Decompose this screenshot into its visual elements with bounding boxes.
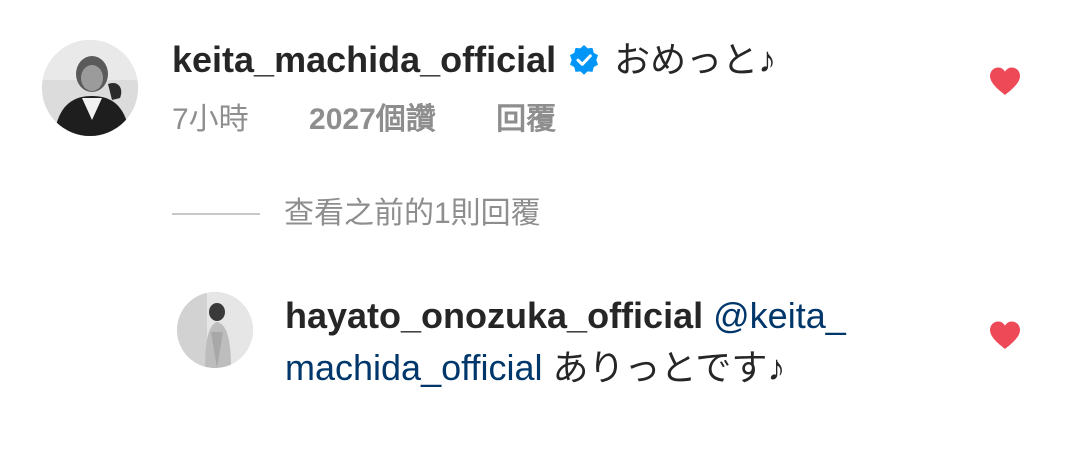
profile-photo-icon [177,292,253,368]
profile-photo-icon [42,40,138,136]
comment-meta: 7小時 2027個讚 回覆 [172,100,556,140]
verified-badge-icon [570,45,599,75]
heart-icon[interactable] [988,320,1022,350]
comment-text: おめっと♪ [614,39,777,80]
comment-likes[interactable]: 2027個讚 [309,100,436,140]
comment-time: 7小時 [172,103,249,136]
comment-header: keita_machida_official おめっと♪ [172,34,776,86]
reply-avatar[interactable] [177,292,253,368]
heart-icon[interactable] [988,66,1022,96]
reply-button[interactable]: 回覆 [496,100,556,140]
comment-thread: keita_machida_official おめっと♪ 7小時 2027個讚 … [0,0,1080,453]
reply-content: hayato_onozuka_official @keita_machida_o… [285,290,855,394]
divider [172,213,260,215]
view-replies-label: 查看之前的1則回覆 [284,197,541,230]
reply-text: ありっとです♪ [552,347,786,388]
view-previous-replies[interactable]: 查看之前的1則回覆 [172,194,541,234]
avatar[interactable] [42,40,138,136]
reply-username[interactable]: hayato_onozuka_official [285,295,703,336]
comment-username[interactable]: keita_machida_official [172,34,556,86]
